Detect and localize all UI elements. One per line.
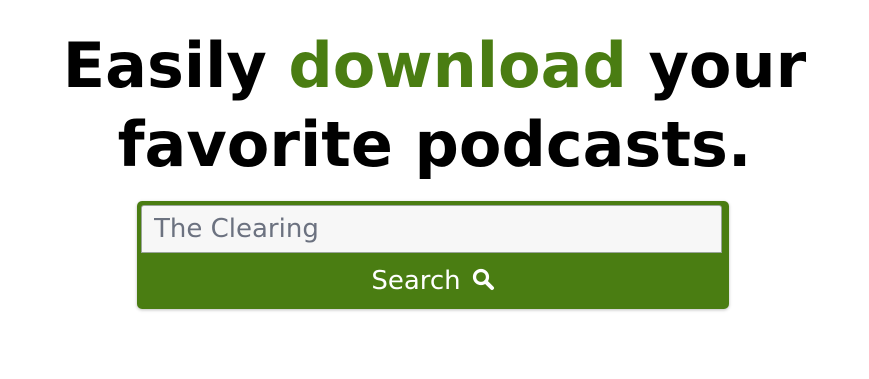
search-icon xyxy=(471,267,495,291)
search-button-label: Search xyxy=(371,266,461,296)
podcast-search-input[interactable] xyxy=(141,205,722,253)
page: Easily download your favorite podcasts. … xyxy=(0,0,869,379)
headline-text-start: Easily xyxy=(62,29,289,102)
page-headline: Easily download your favorite podcasts. xyxy=(0,26,869,184)
podcast-search-form: Search xyxy=(137,201,729,309)
search-button[interactable]: Search xyxy=(137,253,729,309)
headline-accent-text: download xyxy=(288,29,627,102)
